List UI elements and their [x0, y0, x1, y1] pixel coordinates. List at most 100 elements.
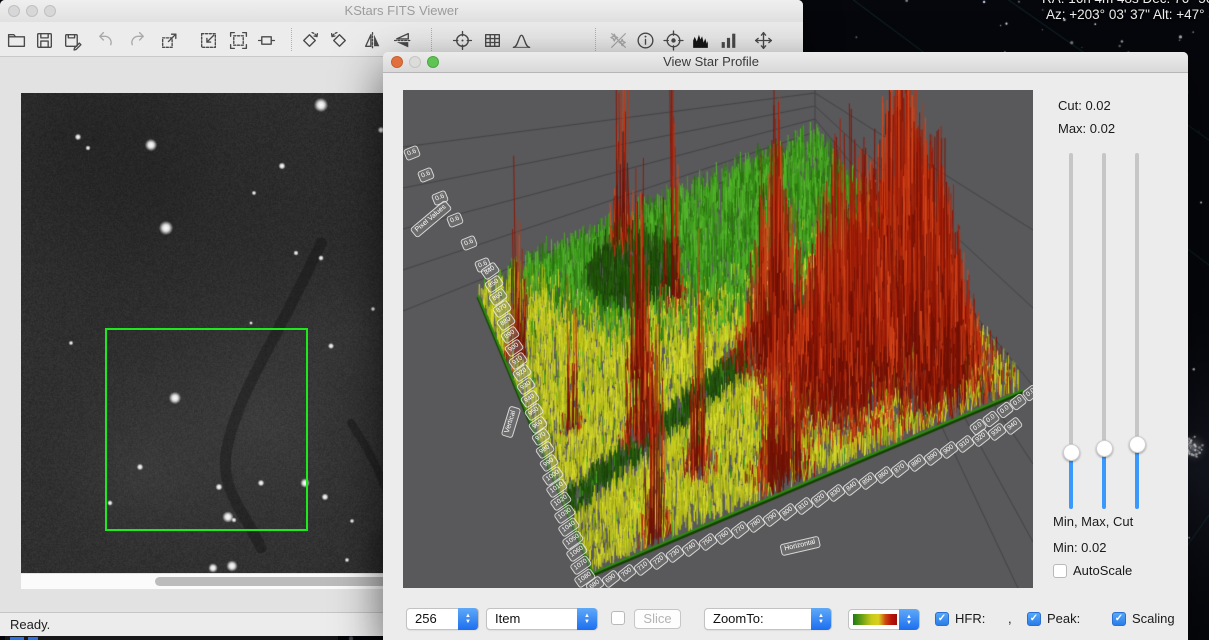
save-file-icon [34, 30, 55, 51]
slider-fill [1102, 449, 1106, 509]
toolbar-separator [431, 28, 432, 51]
mark-stars-button[interactable] [604, 26, 632, 54]
color-gradient-swatch [853, 614, 897, 625]
save-file-as-button[interactable] [58, 26, 86, 54]
3d-surface-canvas[interactable] [403, 90, 1033, 588]
zoom-to-combobox[interactable]: ZoomTo: ▲▼ [704, 608, 832, 630]
view-star-profile-dialog: View Star Profile 0.60.60.60.60.60.68408… [383, 52, 1188, 640]
status-text: Ready. [10, 617, 50, 632]
background-window-edge [5, 636, 338, 640]
flip-vertical-icon [392, 30, 413, 51]
combobox-stepper-icon[interactable]: ▲▼ [811, 608, 831, 630]
open-file-button[interactable] [2, 26, 30, 54]
min-value-label: Min: 0.02 [1053, 540, 1106, 555]
ra-dec-readout: RA: 16h 4m 48s Dec: 76° 56' 36" [1042, 0, 1209, 6]
hfr-checkbox[interactable] [935, 612, 949, 626]
star-profile-3d-plot[interactable]: 0.60.60.60.60.60.68408508608708808909009… [403, 90, 1033, 588]
item-combobox[interactable]: Item ▲▼ [486, 608, 598, 630]
hfr-label: HFR: [955, 611, 985, 626]
sample-size-spinbox[interactable]: 256 ▲▼ [406, 608, 479, 630]
redo-button[interactable] [123, 26, 151, 54]
autoscale-label: AutoScale [1073, 563, 1132, 578]
minimize-window-button[interactable] [409, 56, 421, 68]
show-crosshair-button[interactable] [448, 26, 476, 54]
zoom-to-fit-button[interactable] [224, 26, 252, 54]
fit-stars-icon [511, 30, 532, 51]
slider-knob[interactable] [1129, 436, 1146, 453]
undo-button[interactable] [91, 26, 119, 54]
zoom-out-icon [198, 30, 219, 51]
fit-stars-button[interactable] [507, 26, 535, 54]
autoscale-checkbox[interactable] [1053, 564, 1067, 578]
slider-track[interactable] [1135, 153, 1139, 445]
slice-checkbox[interactable] [611, 611, 625, 625]
fits-viewer-titlebar: KStars FITS Viewer [0, 0, 803, 23]
open-file-icon [6, 30, 27, 51]
zoom-window-button[interactable] [427, 56, 439, 68]
pan-mode-icon [753, 30, 774, 51]
zoom-actual-size-icon [256, 30, 277, 51]
peak-label: Peak: [1047, 611, 1080, 626]
hfr-value: , [1008, 611, 1012, 626]
statistics-button[interactable] [714, 26, 742, 54]
combobox-stepper-icon[interactable]: ▲▼ [899, 609, 919, 630]
slider-track[interactable] [1102, 153, 1106, 449]
flip-horizontal-button[interactable] [358, 26, 386, 54]
toolbar-separator [595, 28, 596, 51]
rotate-right-icon [299, 30, 320, 51]
window-title: KStars FITS Viewer [0, 0, 803, 22]
cut-slider[interactable] [1127, 151, 1147, 513]
slider-knob[interactable] [1063, 444, 1080, 461]
show-crosshair-icon [452, 30, 473, 51]
dialog-titlebar: View Star Profile [383, 52, 1188, 73]
zoom-to-value: ZoomTo: [713, 609, 764, 629]
dialog-title: View Star Profile [621, 52, 801, 72]
slice-button[interactable]: Slice [634, 609, 681, 629]
slider-fill [1069, 453, 1073, 509]
histogram-icon [690, 30, 711, 51]
image-info-icon [635, 30, 656, 51]
star-selection-rectangle [105, 328, 308, 531]
image-info-button[interactable] [631, 26, 659, 54]
rotate-right-button[interactable] [295, 26, 323, 54]
peak-checkbox[interactable] [1027, 612, 1041, 626]
scaling-label: Scaling [1132, 611, 1175, 626]
spinbox-stepper-icon[interactable]: ▲▼ [458, 608, 478, 630]
close-window-button[interactable] [391, 56, 403, 68]
az-alt-readout: Az: +203° 03' 37" Alt: +47° 56' 5 [1046, 7, 1209, 22]
flip-vertical-button[interactable] [388, 26, 416, 54]
show-pixel-gridlines-button[interactable] [478, 26, 506, 54]
flip-horizontal-icon [362, 30, 383, 51]
max-slider[interactable] [1094, 151, 1114, 513]
max-value-label: Max: 0.02 [1058, 121, 1115, 136]
center-telescope-icon [663, 30, 684, 51]
scaling-checkbox[interactable] [1112, 612, 1126, 626]
statistics-icon [718, 30, 739, 51]
undo-icon [95, 30, 116, 51]
slider-knob[interactable] [1096, 440, 1113, 457]
item-combobox-value: Item [495, 609, 520, 629]
slider-track[interactable] [1069, 153, 1073, 453]
rotate-left-icon [329, 30, 350, 51]
slider-fill [1135, 445, 1139, 509]
zoom-actual-size-button[interactable] [252, 26, 280, 54]
save-file-as-icon [62, 30, 83, 51]
zoom-to-fit-icon [228, 30, 249, 51]
combobox-stepper-icon[interactable]: ▲▼ [577, 608, 597, 630]
histogram-button[interactable] [686, 26, 714, 54]
sliders-caption: Min, Max, Cut [1053, 514, 1133, 529]
center-telescope-button[interactable] [659, 26, 687, 54]
mark-stars-icon [608, 30, 629, 51]
save-file-button[interactable] [30, 26, 58, 54]
min-slider[interactable] [1061, 151, 1081, 513]
cut-value-label: Cut: 0.02 [1058, 98, 1111, 113]
sample-size-value: 256 [415, 609, 437, 629]
zoom-out-button[interactable] [194, 26, 222, 54]
zoom-in-button[interactable] [155, 26, 183, 54]
rotate-left-button[interactable] [325, 26, 353, 54]
pan-mode-button[interactable] [749, 26, 777, 54]
toolbar-separator [291, 28, 292, 51]
color-scheme-combobox[interactable]: ▲▼ [848, 609, 920, 630]
show-pixel-gridlines-icon [482, 30, 503, 51]
zoom-in-icon [159, 30, 180, 51]
